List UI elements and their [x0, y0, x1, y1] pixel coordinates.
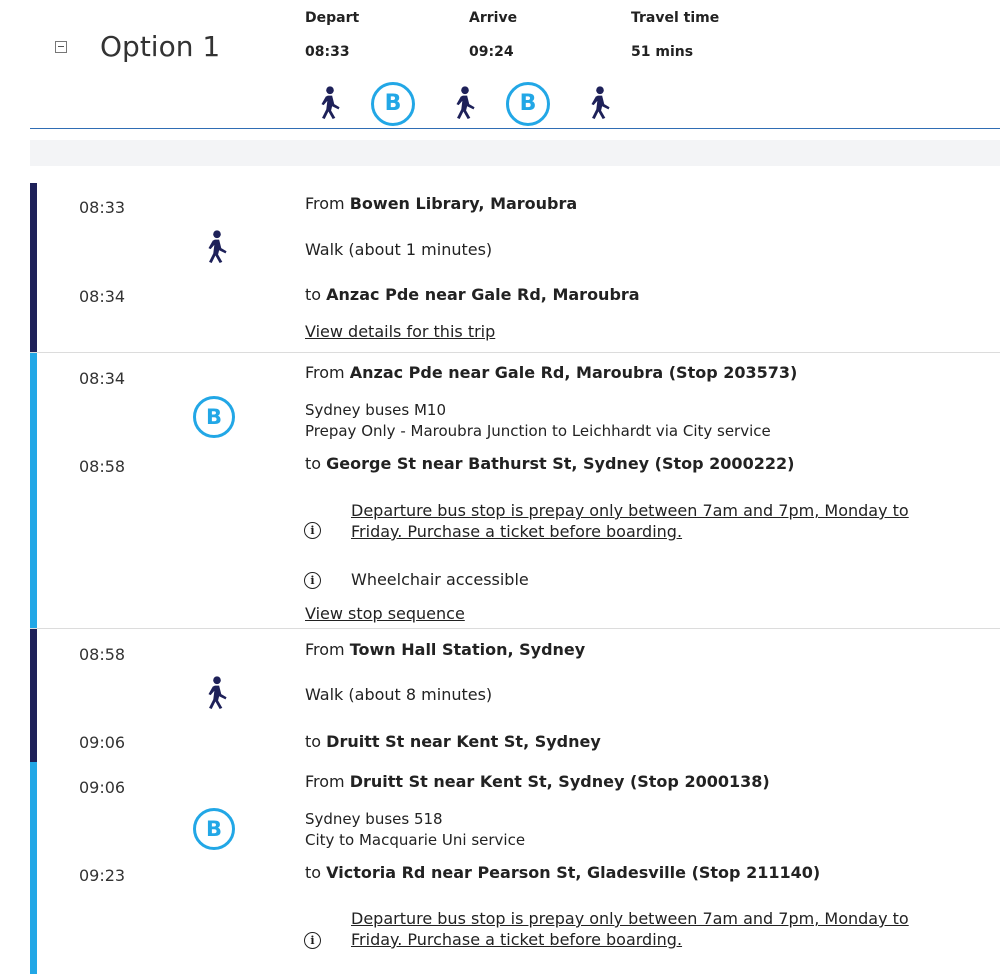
prepay-notice-link[interactable]: Departure bus stop is prepay only betwee…: [351, 500, 909, 542]
collapse-toggle-icon[interactable]: [55, 41, 67, 53]
leg-to: to Victoria Rd near Pearson St, Gladesvi…: [305, 863, 821, 882]
walk-icon: [208, 676, 227, 709]
spacer-band: [30, 140, 1000, 166]
leg-end-time: 08:58: [79, 457, 126, 476]
leg-end-time: 09:06: [79, 733, 126, 752]
walk-detail: Walk (about 1 minutes): [305, 240, 493, 259]
leg-start-time: 08:33: [79, 198, 126, 217]
arrive-time: 09:24: [469, 44, 514, 60]
walk-icon: [321, 86, 340, 119]
wheelchair-accessible-text: Wheelchair accessible: [351, 570, 529, 589]
bus-service-description: Prepay Only - Maroubra Junction to Leich…: [305, 422, 771, 440]
walk-icon: [591, 86, 610, 119]
leg-from: From Anzac Pde near Gale Rd, Maroubra (S…: [305, 363, 798, 382]
bus-service: Sydney buses M10: [305, 401, 446, 419]
leg-start-time: 08:34: [79, 369, 126, 388]
leg-from: From Town Hall Station, Sydney: [305, 640, 586, 659]
bus-icon: B: [371, 82, 415, 126]
view-stop-sequence-link[interactable]: View stop sequence: [305, 604, 465, 623]
travel-time: 51 mins: [631, 44, 694, 60]
depart-time: 08:33: [305, 44, 350, 60]
leg-from: From Druitt St near Kent St, Sydney (Sto…: [305, 772, 770, 791]
bus-leg-bar: [30, 353, 37, 629]
info-icon: i: [304, 932, 321, 949]
travel-time-label: Travel time: [631, 10, 720, 26]
leg-to: to Druitt St near Kent St, Sydney: [305, 732, 601, 751]
leg-divider: [30, 628, 1000, 629]
header-divider: [30, 128, 1000, 129]
arrive-label: Arrive: [469, 10, 518, 26]
walk-leg-bar: [30, 183, 37, 353]
bus-icon: B: [193, 808, 235, 850]
bus-icon: B: [506, 82, 550, 126]
leg-end-time: 08:34: [79, 287, 126, 306]
leg-start-time: 08:58: [79, 645, 126, 664]
bus-service-description: City to Macquarie Uni service: [305, 831, 526, 849]
info-icon: i: [304, 572, 321, 589]
leg-from: From Bowen Library, Maroubra: [305, 194, 578, 213]
view-trip-details-link[interactable]: View details for this trip: [305, 322, 495, 341]
info-icon: i: [304, 522, 321, 539]
option-title[interactable]: Option 1: [100, 30, 220, 63]
leg-divider: [30, 352, 1000, 353]
leg-to: to George St near Bathurst St, Sydney (S…: [305, 454, 795, 473]
walk-icon: [456, 86, 475, 119]
walk-leg-bar: [30, 629, 37, 762]
bus-icon: B: [193, 396, 235, 438]
depart-label: Depart: [305, 10, 360, 26]
leg-to: to Anzac Pde near Gale Rd, Maroubra: [305, 285, 640, 304]
leg-start-time: 09:06: [79, 778, 126, 797]
prepay-notice-link[interactable]: Departure bus stop is prepay only betwee…: [351, 908, 909, 950]
bus-leg-bar: [30, 762, 37, 974]
leg-end-time: 09:23: [79, 866, 126, 885]
bus-service: Sydney buses 518: [305, 810, 443, 828]
walk-detail: Walk (about 8 minutes): [305, 685, 493, 704]
walk-icon: [208, 230, 227, 263]
